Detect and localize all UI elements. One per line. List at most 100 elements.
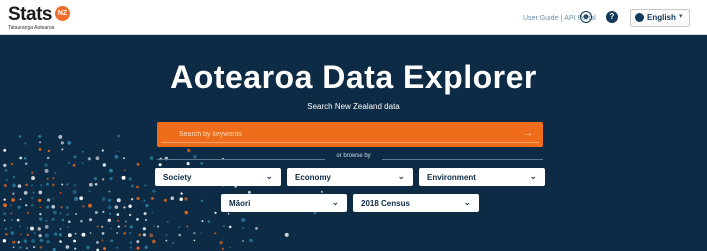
decorative-dot: [108, 190, 111, 193]
decorative-dot: [150, 196, 155, 200]
decorative-dot: [145, 203, 149, 208]
decorative-dot: [51, 217, 55, 221]
category-label: Environment: [427, 173, 476, 182]
decorative-dot: [227, 212, 230, 215]
user-guide-link[interactable]: User Guide: [523, 15, 558, 22]
decorative-dot: [156, 225, 160, 228]
decorative-dot: [95, 240, 99, 244]
decorative-dot: [32, 191, 35, 194]
decorative-dot: [144, 219, 147, 222]
decorative-dot: [23, 239, 28, 243]
decorative-dot: [138, 233, 142, 237]
decorative-dot: [151, 211, 154, 214]
decorative-dot: [58, 233, 62, 237]
decorative-dot: [74, 232, 77, 235]
decorative-dot: [54, 172, 57, 174]
decorative-dot: [129, 225, 133, 229]
decorative-dot: [136, 196, 140, 201]
decorative-dot: [47, 198, 51, 202]
decorative-dot: [86, 245, 90, 250]
decorative-dot: [88, 189, 91, 193]
decorative-dot: [39, 212, 42, 216]
decorative-dot: [38, 148, 42, 151]
category-label: Māori: [229, 199, 251, 208]
decorative-dot: [88, 203, 92, 208]
decorative-dot: [136, 240, 140, 244]
decorative-dot: [93, 177, 97, 181]
decorative-dot: [61, 183, 64, 186]
decorative-dot: [31, 171, 34, 174]
decorative-dot: [67, 140, 72, 145]
chevron-down-icon: ▾: [679, 13, 683, 20]
decorative-dot: [38, 198, 42, 202]
decorative-dot: [114, 205, 119, 209]
decorative-dot: [10, 212, 13, 215]
decorative-dot: [52, 176, 55, 180]
category-dropdown-economy[interactable]: Economy ⌄: [287, 168, 413, 186]
decorative-dot: [39, 245, 43, 249]
search-input[interactable]: [161, 126, 539, 143]
decorative-dot: [178, 226, 181, 229]
decorative-dot: [96, 225, 99, 228]
decorative-dot: [20, 233, 22, 236]
decorative-dot: [11, 198, 15, 202]
decorative-dot: [46, 182, 49, 186]
decorative-dot: [129, 241, 133, 245]
category-dropdown-society[interactable]: Society ⌄: [155, 168, 281, 186]
decorative-dot: [107, 218, 112, 223]
decorative-dot: [193, 239, 196, 242]
decorative-dot: [38, 190, 43, 195]
decorative-dot: [136, 246, 140, 250]
category-dropdown-2018-census[interactable]: 2018 Census ⌄: [353, 194, 479, 212]
help-icon[interactable]: ?: [606, 11, 618, 23]
category-dropdown-environment[interactable]: Environment ⌄: [419, 168, 545, 186]
decorative-dot: [12, 183, 16, 188]
decorative-dot: [166, 220, 169, 223]
decorative-dot: [201, 220, 204, 223]
logo-tagline: Tatauranga Aotearoa: [8, 25, 55, 31]
browse-divider-left: [157, 159, 325, 160]
accessibility-icon[interactable]: ☻: [580, 11, 592, 23]
decorative-dot: [187, 148, 191, 153]
decorative-dot: [170, 196, 175, 201]
decorative-dot: [46, 205, 50, 209]
decorative-dot: [123, 232, 127, 235]
decorative-dot: [320, 190, 323, 193]
decorative-dot: [121, 175, 126, 180]
decorative-dot: [59, 240, 62, 243]
decorative-dot: [82, 205, 85, 208]
browse-label: or browse by: [336, 153, 371, 159]
decorative-dot: [18, 225, 22, 228]
decorative-dot: [94, 210, 98, 214]
decorative-dot: [163, 198, 167, 202]
decorative-dot: [128, 177, 132, 181]
decorative-dot: [68, 161, 71, 165]
decorative-dot: [75, 213, 78, 215]
category-label: Economy: [295, 173, 332, 182]
decorative-dot: [25, 247, 28, 250]
decorative-dot: [19, 246, 22, 249]
arrow-right-icon[interactable]: →: [523, 128, 533, 139]
decorative-dot: [26, 226, 29, 230]
decorative-dot: [184, 210, 189, 215]
chevron-down-icon: ⌄: [331, 197, 339, 207]
decorative-dot: [81, 232, 86, 237]
decorative-dot: [31, 184, 34, 187]
decorative-dot: [142, 227, 147, 231]
decorative-dot: [73, 184, 76, 187]
decorative-dot: [219, 240, 223, 245]
decorative-dot: [39, 238, 44, 243]
decorative-dot: [89, 232, 92, 234]
category-dropdown-maori[interactable]: Māori ⌄: [221, 194, 347, 212]
decorative-dot: [144, 184, 147, 187]
decorative-dot: [5, 233, 8, 236]
decorative-dot: [4, 169, 8, 172]
decorative-dot: [165, 233, 168, 236]
decorative-dot: [117, 150, 120, 153]
language-selector[interactable]: English ▾: [630, 9, 690, 27]
decorative-dot: [124, 225, 127, 228]
decorative-dot: [60, 141, 64, 145]
chevron-down-icon: ⌄: [397, 171, 405, 181]
decorative-dot: [4, 227, 8, 231]
decorative-dot: [61, 218, 65, 222]
